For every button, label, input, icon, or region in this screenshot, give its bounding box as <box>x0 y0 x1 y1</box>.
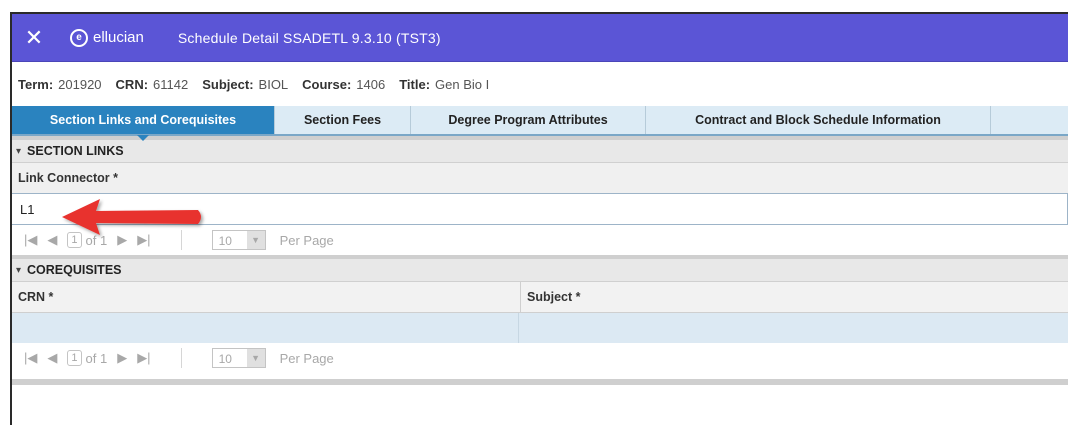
per-page-select[interactable]: 10 ▼ <box>211 230 266 250</box>
tab-bar: Section Links and Corequisites Section F… <box>12 106 1068 141</box>
collapse-triangle-icon[interactable]: ▾ <box>16 265 21 276</box>
first-page-icon[interactable]: |◀ <box>24 232 37 248</box>
per-page-select[interactable]: 10 ▼ <box>211 348 266 368</box>
term-value: 201920 <box>58 76 102 92</box>
link-connector-value: L1 <box>20 201 35 217</box>
subject-value: BIOL <box>258 76 289 92</box>
subject-label: Subject: <box>202 76 254 92</box>
per-page-label: Per Page <box>279 232 334 248</box>
ellucian-logo-icon: e <box>70 28 88 47</box>
column-header-subject[interactable]: Subject * <box>521 282 1067 312</box>
first-page-icon[interactable]: |◀ <box>24 350 37 366</box>
tab-contract-and-block-schedule-information[interactable]: Contract and Block Schedule Information <box>646 106 991 134</box>
table-row[interactable] <box>12 313 1068 343</box>
annotation-arrow-icon <box>62 199 201 235</box>
tab-section-fees[interactable]: Section Fees <box>275 106 411 134</box>
title-bar: ✕ e ellucian Schedule Detail SSADETL 9.3… <box>12 14 1068 62</box>
ellucian-logo[interactable]: e ellucian <box>70 28 144 47</box>
title-value: Gen Bio I <box>435 76 490 92</box>
dropdown-arrow-icon[interactable]: ▼ <box>246 231 265 249</box>
title-label: Title: <box>399 76 431 92</box>
per-page-value: 10 <box>218 352 232 366</box>
column-header-crn[interactable]: CRN * <box>12 282 521 312</box>
logo-text: ellucian <box>93 29 144 46</box>
link-connector-label: Link Connector * <box>12 162 1068 193</box>
tab-section-links-and-corequisites[interactable]: Section Links and Corequisites <box>12 106 275 141</box>
key-block: Term: 201920 CRN: 61142 Subject: BIOL Co… <box>12 62 1068 106</box>
section-links-title: SECTION LINKS <box>27 144 124 158</box>
corequisites-header[interactable]: ▾ COREQUISITES <box>12 255 1068 281</box>
crn-value: 61142 <box>153 76 189 92</box>
page-number-input[interactable]: 1 <box>67 350 82 366</box>
section-links-header[interactable]: ▾ SECTION LINKS <box>12 136 1068 162</box>
term-label: Term: <box>18 76 54 92</box>
next-page-icon[interactable]: ▶ <box>117 350 127 366</box>
collapse-triangle-icon[interactable]: ▾ <box>16 146 21 157</box>
corequisites-pager: |◀ ◀ 1 of 1 ▶ ▶| 10 ▼ Per Page <box>12 343 1068 373</box>
subject-cell[interactable] <box>519 313 1059 343</box>
course-label: Course: <box>302 76 352 92</box>
previous-page-icon[interactable]: ◀ <box>47 232 57 248</box>
crn-cell[interactable] <box>12 313 519 343</box>
corequisites-title: COREQUISITES <box>27 263 122 277</box>
previous-page-icon[interactable]: ◀ <box>47 350 57 366</box>
per-page-label: Per Page <box>279 350 334 366</box>
dropdown-arrow-icon[interactable]: ▼ <box>246 349 265 367</box>
course-value: 1406 <box>356 76 386 92</box>
per-page-value: 10 <box>218 234 232 248</box>
crn-label: CRN: <box>115 76 149 92</box>
corequisites-grid-header: CRN * Subject * <box>12 281 1068 313</box>
pager-divider <box>180 348 182 368</box>
bottom-divider <box>12 379 1068 385</box>
page-of-label: of 1 <box>85 350 108 366</box>
close-icon[interactable]: ✕ <box>12 25 56 51</box>
tab-degree-program-attributes[interactable]: Degree Program Attributes <box>411 106 646 134</box>
last-page-icon[interactable]: ▶| <box>137 350 150 366</box>
page-title: Schedule Detail SSADETL 9.3.10 (TST3) <box>177 29 441 46</box>
